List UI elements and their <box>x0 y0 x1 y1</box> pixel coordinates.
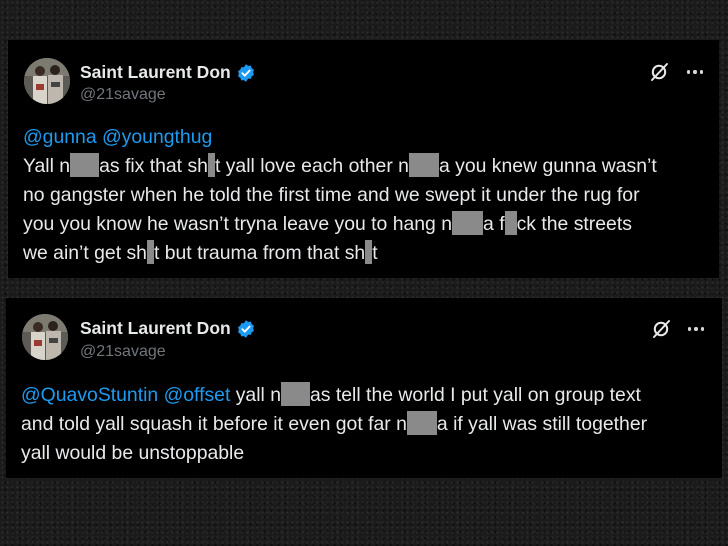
tweet-text-segment: a f <box>483 213 505 235</box>
author-name-row[interactable]: Saint Laurent Don <box>80 318 256 339</box>
avatar[interactable] <box>22 314 68 360</box>
censor-block <box>207 153 215 177</box>
censor-block <box>406 411 437 435</box>
verified-badge-icon <box>237 319 254 338</box>
tweet-text-segment: no gangster when he told the first time … <box>23 184 640 206</box>
tweet-body: @QuavoStuntin @offset yall n as tell the … <box>21 381 647 468</box>
tweet-text-segment: a if yall was still together <box>436 413 648 435</box>
avatar[interactable] <box>24 58 70 104</box>
author-name-row[interactable]: Saint Laurent Don <box>80 62 256 83</box>
tweet-card[interactable]: Saint Laurent Don @21savage @gunna @youn… <box>8 40 719 278</box>
tweet-line: we ain’t get sh t but trauma from that sh… <box>23 239 657 268</box>
tweet-line: @gunna @youngthug <box>23 123 657 152</box>
grok-icon <box>651 63 668 81</box>
tweet-text-segment: yall n <box>235 384 282 406</box>
tweet-line: no gangster when he told the first time … <box>23 181 657 210</box>
verified-badge-icon <box>237 63 254 82</box>
tweet-line: and told yall squash it before it even g… <box>21 410 647 439</box>
display-name[interactable]: Saint Laurent Don <box>80 318 231 339</box>
tweet-line: @QuavoStuntin @offset yall n as tell the … <box>21 381 647 410</box>
tweet-text-segment: t <box>372 242 378 264</box>
more-options-button[interactable] <box>682 61 708 83</box>
mention-link[interactable]: @offset <box>164 384 231 406</box>
tweet-text-segment: Yall n <box>23 155 71 177</box>
tweet-text-segment: yall would be unstoppable <box>21 442 245 464</box>
more-horizontal-icon <box>686 70 691 74</box>
mention-link[interactable]: @QuavoStuntin <box>21 384 158 406</box>
tweet-text-segment: t but trauma from that sh <box>153 242 366 264</box>
censor-block <box>281 382 311 406</box>
tweet-body: @gunna @youngthug Yall n as fix that sh t … <box>23 123 657 268</box>
author-handle[interactable]: @21savage <box>80 343 166 361</box>
tweet-line: yall would be unstoppable <box>21 439 647 468</box>
censor-block <box>70 153 100 177</box>
tweet-text-segment: a you knew gunna wasn’t <box>438 155 657 177</box>
tweet-card[interactable]: Saint Laurent Don @21savage @QuavoStunti… <box>6 298 722 478</box>
profile-photo <box>22 314 68 360</box>
censor-block <box>504 211 517 235</box>
mention-link[interactable]: @youngthug <box>102 126 212 148</box>
mention-link[interactable]: @gunna <box>23 126 97 148</box>
censor-block <box>408 153 439 177</box>
censor-block <box>146 240 154 264</box>
tweet-text-segment: ck the streets <box>516 213 632 235</box>
author-handle[interactable]: @21savage <box>80 86 166 104</box>
grok-button[interactable] <box>648 61 670 83</box>
tweet-line: Yall n as fix that sh t yall love each oth… <box>23 152 657 181</box>
tweet-text-segment: as tell the world I put yall on group te… <box>310 384 641 406</box>
censor-block <box>452 211 484 235</box>
tweet-text-segment: you you know he wasn’t tryna leave you t… <box>23 213 453 235</box>
profile-photo <box>24 58 70 104</box>
more-options-button[interactable] <box>683 318 709 340</box>
tweet-text-segment: and told yall squash it before it even g… <box>21 413 407 435</box>
tweet-text-segment: t yall love each other n <box>214 155 409 177</box>
grok-icon <box>653 320 670 338</box>
grok-button[interactable] <box>650 318 672 340</box>
tweet-line: you you know he wasn’t tryna leave you t… <box>23 210 657 239</box>
tweet-text-segment: we ain’t get sh <box>23 242 147 264</box>
tweet-text-segment: as fix that sh <box>99 155 208 177</box>
display-name[interactable]: Saint Laurent Don <box>80 62 231 83</box>
more-horizontal-icon <box>687 327 692 331</box>
